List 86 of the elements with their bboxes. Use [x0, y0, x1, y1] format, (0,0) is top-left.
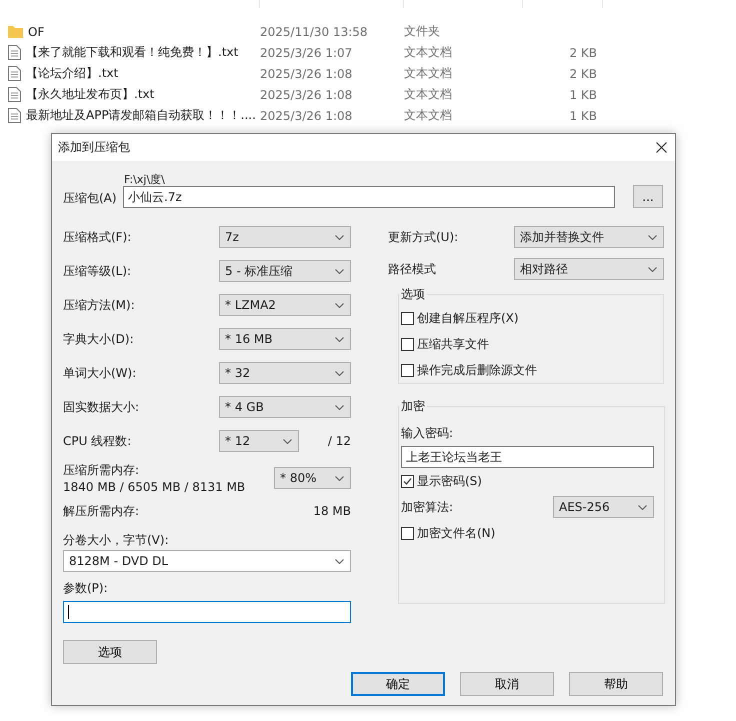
chevron-icon: [335, 268, 344, 274]
chevron-icon: [335, 370, 344, 376]
field-label: 加密算法:: [401, 498, 454, 516]
checkbox[interactable]: 压缩共享文件: [401, 331, 653, 357]
file-type: 文本文档: [404, 107, 452, 124]
file-type: 文本文档: [404, 44, 452, 61]
file-size: 1 KB: [569, 108, 597, 122]
options-button[interactable]: 选项: [63, 640, 157, 664]
file-name[interactable]: 【论坛介绍】.txt: [26, 65, 118, 82]
document-icon: [8, 45, 21, 60]
dropdown[interactable]: * 16 MB: [219, 328, 351, 350]
password-field[interactable]: 上老王论坛当老王: [401, 446, 654, 468]
window-title: 添加到压缩包: [58, 139, 130, 156]
field-label: 单词大小(W):: [63, 364, 136, 382]
file-type: 文本文档: [404, 86, 452, 103]
field-label: 更新方式(U):: [388, 228, 458, 246]
browse-button[interactable]: ...: [633, 185, 663, 208]
file-size: 2 KB: [569, 66, 597, 80]
dropdown[interactable]: 5 - 标准压缩: [219, 260, 351, 282]
dialog-button[interactable]: 帮助: [569, 672, 663, 696]
memory-usage: 1840 MB / 6505 MB / 8131 MB: [63, 480, 246, 494]
file-name[interactable]: 最新地址及APP请发邮箱自动获取！！！....: [26, 107, 256, 124]
document-icon: [8, 108, 21, 123]
group-title: 加密: [400, 398, 426, 415]
file-date: 2025/3/26 1:08: [260, 88, 352, 102]
field-label: 固实数据大小:: [63, 398, 140, 416]
field-label: 压缩方法(M):: [63, 296, 135, 314]
checkbox[interactable]: 显示密码(S): [401, 468, 654, 494]
chevron-icon: [335, 234, 344, 240]
field-label: 输入密码:: [401, 425, 454, 442]
parameters-field[interactable]: [63, 601, 351, 623]
dialog-button[interactable]: 确定: [351, 672, 445, 696]
check-icon: [402, 476, 413, 486]
dropdown[interactable]: 8128M - DVD DL: [63, 550, 351, 572]
checkbox[interactable]: 创建自解压程序(X): [401, 305, 653, 331]
field-label: 压缩格式(F):: [63, 228, 132, 246]
chevron-icon: [648, 234, 657, 240]
dropdown[interactable]: 7z: [219, 226, 351, 248]
field-label: 路径模式: [388, 260, 436, 278]
file-date: 2025/11/30 13:58: [260, 24, 368, 38]
dropdown[interactable]: AES-256: [553, 496, 654, 518]
document-icon: [8, 66, 21, 81]
file-date: 2025/3/26 1:08: [260, 66, 352, 80]
file-name[interactable]: OF: [28, 24, 44, 38]
chevron-icon: [638, 504, 647, 510]
file-date: 2025/3/26 1:07: [260, 46, 352, 60]
file-size: 1 KB: [569, 88, 597, 102]
chevron-icon: [335, 404, 344, 410]
document-icon: [8, 87, 21, 102]
dialog-button[interactable]: 取消: [460, 672, 554, 696]
field-label: 解压所需内存:: [63, 502, 140, 520]
path-text: F:\xj\度\: [123, 173, 166, 186]
dropdown[interactable]: * 4 GB: [219, 396, 351, 418]
field-label: CPU 线程数:: [63, 432, 132, 450]
group-title: 选项: [400, 286, 426, 303]
file-name[interactable]: 【永久地址发布页】.txt: [26, 86, 154, 103]
chevron-icon: [335, 476, 344, 480]
close-icon[interactable]: [656, 142, 667, 153]
chevron-icon: [283, 438, 292, 444]
field-label: 压缩包(A): [63, 190, 118, 207]
chevron-icon: [335, 302, 344, 308]
dropdown[interactable]: * 12: [219, 430, 299, 452]
chevron-icon: [335, 336, 344, 342]
field-label: 压缩所需内存:: [63, 462, 140, 479]
file-date: 2025/3/26 1:08: [260, 108, 352, 122]
folder-icon: [8, 25, 23, 38]
thread-count: / 12: [328, 434, 351, 448]
file-size: 2 KB: [569, 46, 597, 60]
file-type: 文件夹: [404, 23, 440, 40]
field-label: 压缩等级(L):: [63, 262, 132, 280]
dropdown[interactable]: * 32: [219, 362, 351, 384]
dropdown[interactable]: 添加并替换文件: [514, 226, 664, 248]
checkbox[interactable]: 操作完成后删除源文件: [401, 357, 653, 383]
field-label: 分卷大小，字节(V):: [63, 532, 170, 549]
archive-name-field[interactable]: 小仙云.7z: [123, 186, 615, 208]
memory-value: 18 MB: [313, 504, 351, 518]
dropdown[interactable]: 相对路径: [514, 258, 664, 280]
file-type: 文本文档: [404, 65, 452, 82]
chevron-icon: [648, 266, 657, 272]
file-name[interactable]: 【来了就能下载和观看！纯免费！】.txt: [26, 44, 238, 61]
dropdown[interactable]: * 80%: [274, 467, 351, 489]
chevron-icon: [335, 558, 344, 564]
checkbox[interactable]: 加密文件名(N): [401, 520, 654, 546]
field-label: 字典大小(D):: [63, 330, 134, 348]
dropdown[interactable]: * LZMA2: [219, 294, 351, 316]
field-label: 参数(P):: [63, 580, 109, 597]
